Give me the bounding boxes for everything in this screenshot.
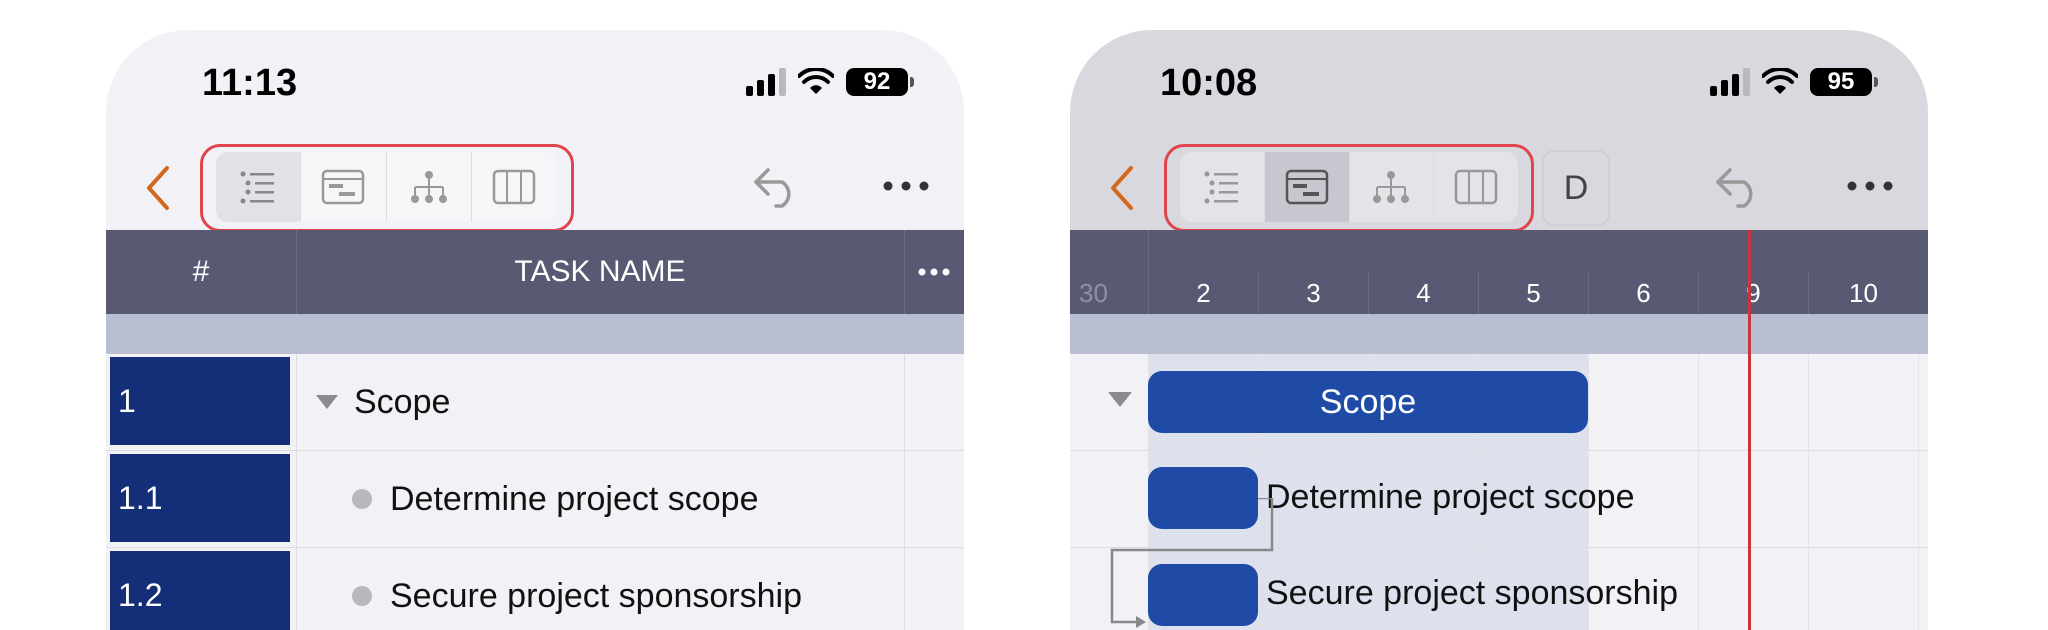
gantt-day-label: 30: [1070, 272, 1148, 314]
today-line: [1748, 230, 1751, 630]
list-view-button[interactable]: [216, 152, 302, 222]
gantt-day-label: 5: [1478, 272, 1588, 314]
cellular-signal-icon: [1710, 68, 1750, 96]
column-menu-button[interactable]: [904, 230, 964, 314]
task-name: Scope: [354, 382, 451, 421]
row-number[interactable]: 1: [110, 357, 290, 445]
wifi-icon: [798, 68, 834, 94]
ellipsis-icon: [918, 268, 950, 276]
row-number[interactable]: 1.1: [110, 454, 290, 542]
status-icons: 95: [1710, 68, 1878, 96]
undo-button[interactable]: [748, 160, 804, 212]
gantt-view-button[interactable]: [1264, 152, 1350, 222]
ellipsis-icon: [1847, 181, 1893, 191]
board-view-button[interactable]: [1434, 152, 1518, 222]
gantt-day-label: 10: [1808, 272, 1918, 314]
battery-icon: 92: [846, 68, 914, 96]
hierarchy-view-button[interactable]: [1350, 152, 1435, 222]
view-switcher: [216, 152, 556, 222]
gantt-day-header: 30 2 3 4 5 6 9 10: [1070, 272, 1928, 314]
hierarchy-view-button[interactable]: [387, 152, 472, 222]
task-name: Determine project scope: [390, 479, 759, 518]
more-options-button[interactable]: [1840, 160, 1900, 212]
gantt-day-label: 2: [1148, 272, 1258, 314]
view-switcher: [1180, 152, 1518, 222]
status-time: 11:13: [202, 62, 298, 104]
list-view-icon: [240, 171, 275, 204]
dependency-arrow-icon: [1110, 498, 1274, 628]
column-header-task-name[interactable]: TASK NAME: [296, 230, 905, 314]
timescale-button[interactable]: D: [1542, 150, 1610, 226]
gantt-day-label: 4: [1368, 272, 1478, 314]
more-options-button[interactable]: [876, 160, 936, 212]
row-number[interactable]: 1.2: [110, 551, 290, 630]
gantt-day-label: 3: [1258, 272, 1368, 314]
cellular-signal-icon: [746, 68, 786, 96]
task-bullet-icon: [352, 489, 372, 509]
table-header: # TASK NAME: [106, 230, 964, 314]
board-view-button[interactable]: [472, 152, 556, 222]
task-name-cell[interactable]: Scope: [316, 354, 450, 450]
list-view-button[interactable]: [1180, 152, 1265, 222]
collapse-triangle-icon[interactable]: [316, 395, 338, 409]
table-subheader-band: [106, 314, 964, 354]
list-view-icon: [1204, 171, 1238, 204]
gantt-view-icon: [322, 169, 365, 205]
gantt-subheader-band: [1070, 314, 1928, 354]
battery-icon: 95: [1810, 68, 1878, 96]
task-bullet-icon: [352, 586, 372, 606]
phone-right-gantt-view: 10:08 95 D 30 2 3 4 5 6 9 10 Scope Deter…: [1070, 30, 1928, 630]
table-row[interactable]: 1.2 Secure project sponsorship: [106, 548, 964, 630]
gantt-task-label: Secure project sponsorship: [1266, 574, 1679, 612]
undo-button[interactable]: [1710, 160, 1766, 212]
hierarchy-view-icon: [410, 171, 447, 203]
table-row[interactable]: 1.1 Determine project scope: [106, 451, 964, 548]
chevron-left-icon: [147, 166, 169, 210]
gantt-view-icon: [1285, 169, 1328, 205]
back-button[interactable]: [134, 160, 182, 216]
chevron-left-icon: [1111, 166, 1133, 210]
gantt-header-month-band: [1070, 230, 1928, 272]
gantt-task-label: Determine project scope: [1266, 478, 1635, 516]
gantt-summary-bar[interactable]: Scope: [1148, 371, 1588, 433]
undo-icon: [754, 168, 791, 208]
task-name-cell[interactable]: Secure project sponsorship: [352, 548, 802, 630]
table-row[interactable]: 1 Scope: [106, 354, 964, 451]
undo-icon: [1716, 168, 1753, 208]
ellipsis-icon: [883, 181, 929, 191]
gantt-view-button[interactable]: [301, 152, 387, 222]
gantt-day-label: 9: [1698, 272, 1808, 314]
status-time: 10:08: [1160, 62, 1258, 104]
back-button[interactable]: [1098, 160, 1146, 216]
status-icons: 92: [746, 68, 914, 96]
gantt-day-label: 6: [1588, 272, 1698, 314]
wifi-icon: [1762, 68, 1798, 94]
board-view-icon: [492, 169, 536, 205]
collapse-triangle-icon[interactable]: [1108, 392, 1132, 407]
board-view-icon: [1454, 169, 1498, 205]
task-name-cell[interactable]: Determine project scope: [352, 451, 759, 547]
hierarchy-view-icon: [1373, 171, 1410, 203]
task-name: Secure project sponsorship: [390, 576, 803, 615]
column-header-number[interactable]: #: [106, 230, 297, 314]
phone-left-list-view: 11:13 92 # TASK NAME 1 Scope 1.1 Determi…: [106, 30, 964, 630]
